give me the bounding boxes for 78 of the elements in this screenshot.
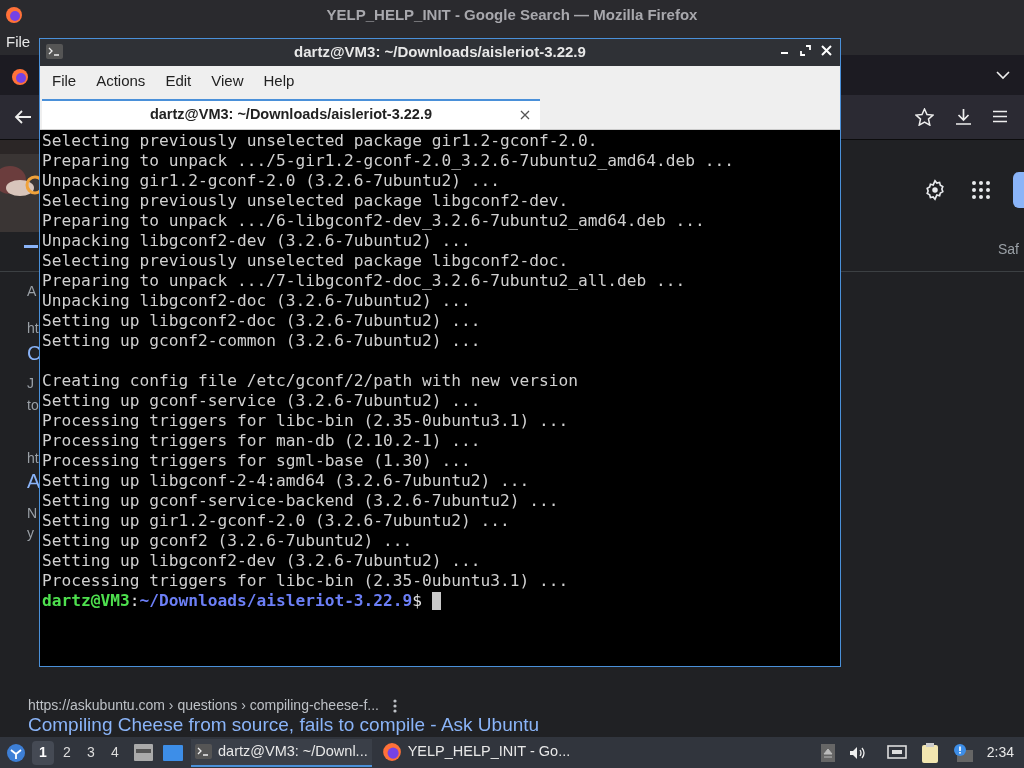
window-title: YELP_HELP_INIT - Google Search — Mozilla Firefox: [326, 4, 698, 25]
close-icon[interactable]: [821, 45, 832, 56]
more-icon[interactable]: [392, 698, 397, 713]
terminal-tab[interactable]: dartz@VM3: ~/Downloads/aisleriot-3.22.9: [42, 99, 540, 129]
chevron-down-icon[interactable]: [996, 70, 1010, 80]
back-icon[interactable]: [14, 109, 32, 125]
tab-label[interactable]: Saf: [998, 239, 1019, 260]
text-fragment: to: [27, 396, 39, 414]
text-fragment: A: [27, 282, 37, 300]
volume-icon[interactable]: [848, 745, 865, 760]
output-line: Setting up gconf2-common (3.2.6-7ubuntu2) ...: [42, 331, 482, 351]
network-icon[interactable]: [886, 744, 907, 761]
menu-item[interactable]: File: [42, 69, 87, 93]
firefox-icon: [11, 68, 29, 86]
output-line: Setting up libgconf2-doc (3.2.6-7ubuntu2) ...: [42, 311, 482, 331]
result-link-fragment[interactable]: A: [27, 472, 41, 490]
output-line: Setting up gconf-service-backend (3.2.6-7ubuntu2) ...: [42, 491, 560, 511]
maximize-icon[interactable]: [800, 45, 811, 56]
prompt-symbol: $: [412, 591, 423, 611]
apps-grid-icon[interactable]: [972, 181, 990, 199]
output-line: Setting up gir1.2-gconf-2.0 (3.2.6-7ubuntu2) ...: [42, 511, 511, 531]
menu-item[interactable]: Help: [253, 69, 305, 93]
workspace-button[interactable]: 2: [56, 740, 78, 765]
output-line: Preparing to unpack .../6-libgconf2-dev_3.2.6-7ubuntu2_amd64.deb ...: [42, 211, 706, 231]
menu-item[interactable]: View: [201, 69, 254, 93]
text-fragment: ht: [27, 449, 39, 467]
clipboard-icon[interactable]: [920, 742, 939, 763]
notification-icon[interactable]: [952, 743, 973, 762]
download-icon[interactable]: [955, 108, 972, 126]
prompt-separator: :: [129, 591, 140, 611]
start-menu-icon[interactable]: [6, 742, 26, 763]
window-icon[interactable]: [163, 744, 183, 761]
output-line: Selecting previously unselected package gir1.2-gconf-2.0.: [42, 131, 599, 151]
prompt-user: dartz@VM3: [42, 591, 130, 611]
output-line: Unpacking libgconf2-dev (3.2.6-7ubuntu2) ...: [42, 231, 472, 251]
output-line: Setting up libgconf-2-4:amd64 (3.2.6-7ubuntu2) ...: [42, 471, 531, 491]
clock: 2:34: [986, 743, 1014, 762]
output-line: Selecting previously unselected package libgconf2-dev.: [42, 191, 570, 211]
terminal-icon: [46, 44, 63, 59]
workspace-button[interactable]: 3: [80, 740, 102, 765]
output-line: Processing triggers for libc-bin (2.35-0ubuntu3.1) ...: [42, 411, 570, 431]
workspace-button[interactable]: 4: [104, 740, 126, 765]
text-fragment: J: [27, 374, 34, 392]
firefox-icon: [5, 6, 23, 24]
prompt-path: ~/Downloads/aisleriot-3.22.9: [139, 591, 413, 611]
output-line: Selecting previously unselected package libgconf2-doc.: [42, 251, 570, 271]
menu-item[interactable]: Actions: [86, 69, 156, 93]
output-line: Unpacking libgconf2-doc (3.2.6-7ubuntu2) ...: [42, 291, 472, 311]
firefox-icon: [381, 741, 402, 762]
text-fragment: y: [27, 524, 34, 542]
output-line: Setting up gconf-service (3.2.6-7ubuntu2) ...: [42, 391, 482, 411]
file-manager-icon[interactable]: [134, 744, 153, 761]
output-line: Creating config file /etc/gconf/2/path with new version: [42, 371, 579, 391]
menu-item[interactable]: Edit: [155, 69, 202, 93]
settings-icon[interactable]: [924, 179, 946, 201]
text-fragment: N: [27, 504, 38, 522]
text-fragment: ht: [27, 319, 39, 337]
taskbar-task[interactable]: dartz@VM3: ~/Downl...: [191, 738, 372, 767]
output-line: Processing triggers for sgml-base (1.30) ...: [42, 451, 472, 471]
result-link[interactable]: Compiling Cheese from source, fails to compile - Ask Ubuntu: [28, 715, 540, 735]
menu-item[interactable]: File: [6, 31, 31, 54]
menu-icon[interactable]: [993, 110, 1007, 123]
window-title: dartz@VM3: ~/Downloads/aisleriot-3.22.9: [294, 42, 586, 63]
terminal-icon: [195, 744, 212, 759]
output-line: Unpacking gir1.2-gconf-2.0 (3.2.6-7ubuntu2) ...: [42, 171, 502, 191]
close-tab-icon[interactable]: [520, 110, 530, 120]
output-line: Preparing to unpack .../5-gir1.2-gconf-2.0_3.2.6-7ubuntu2_amd64.deb ...: [42, 151, 735, 171]
result-url: https://askubuntu.com › questions › compiling-cheese-f...: [28, 696, 379, 715]
eject-icon[interactable]: [820, 743, 835, 762]
output-line: Setting up gconf2 (3.2.6-7ubuntu2) ...: [42, 531, 414, 551]
workspace-button[interactable]: 1: [32, 740, 54, 765]
star-icon[interactable]: [915, 108, 934, 126]
output-line: Preparing to unpack .../7-libgconf2-doc_3.2.6-7ubuntu2_all.deb ...: [42, 271, 687, 291]
output-line: Processing triggers for man-db (2.10.2-1) ...: [42, 431, 482, 451]
output-line: Setting up libgconf2-dev (3.2.6-7ubuntu2) ...: [42, 551, 482, 571]
cursor: [432, 592, 442, 610]
output-line: Processing triggers for libc-bin (2.35-0ubuntu3.1) ...: [42, 571, 570, 591]
taskbar-task[interactable]: YELP_HELP_INIT - Go...: [377, 738, 575, 767]
